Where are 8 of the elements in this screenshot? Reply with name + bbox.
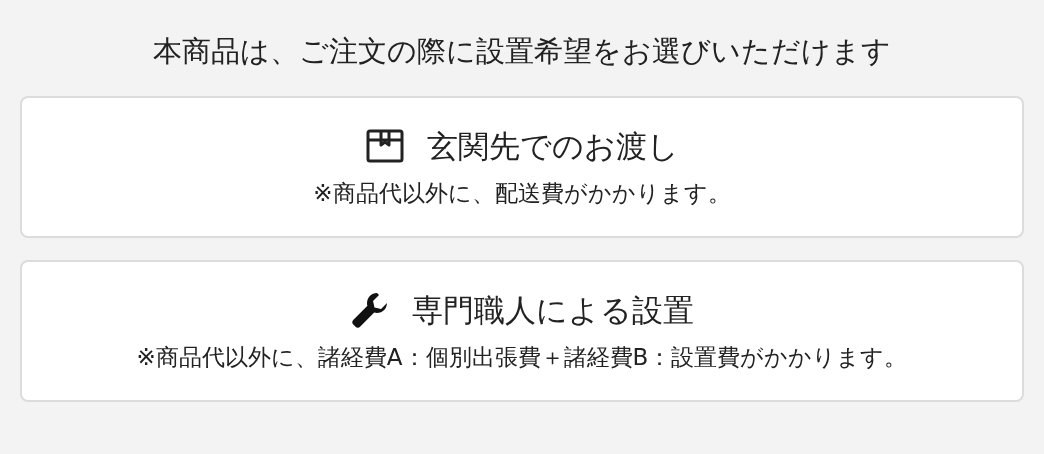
option-note: ※商品代以外に、配送費がかかります。 (313, 179, 731, 208)
option-title: 玄関先でのお渡し (427, 127, 679, 166)
option-card[interactable]: 玄関先でのお渡し ※商品代以外に、配送費がかかります。 (20, 96, 1024, 238)
wrench-icon (350, 290, 390, 330)
heading: 本商品は、ご注文の際に設置希望をお選びいただけます (152, 33, 892, 70)
option-note: ※商品代以外に、諸経費A：個別出張費＋諸経費B：設置費がかかります。 (136, 343, 908, 372)
option-card[interactable]: 専門職人による設置 ※商品代以外に、諸経費A：個別出張費＋諸経費B：設置費がかかります。 (20, 260, 1024, 402)
option-title: 専門職人による設置 (412, 291, 694, 330)
